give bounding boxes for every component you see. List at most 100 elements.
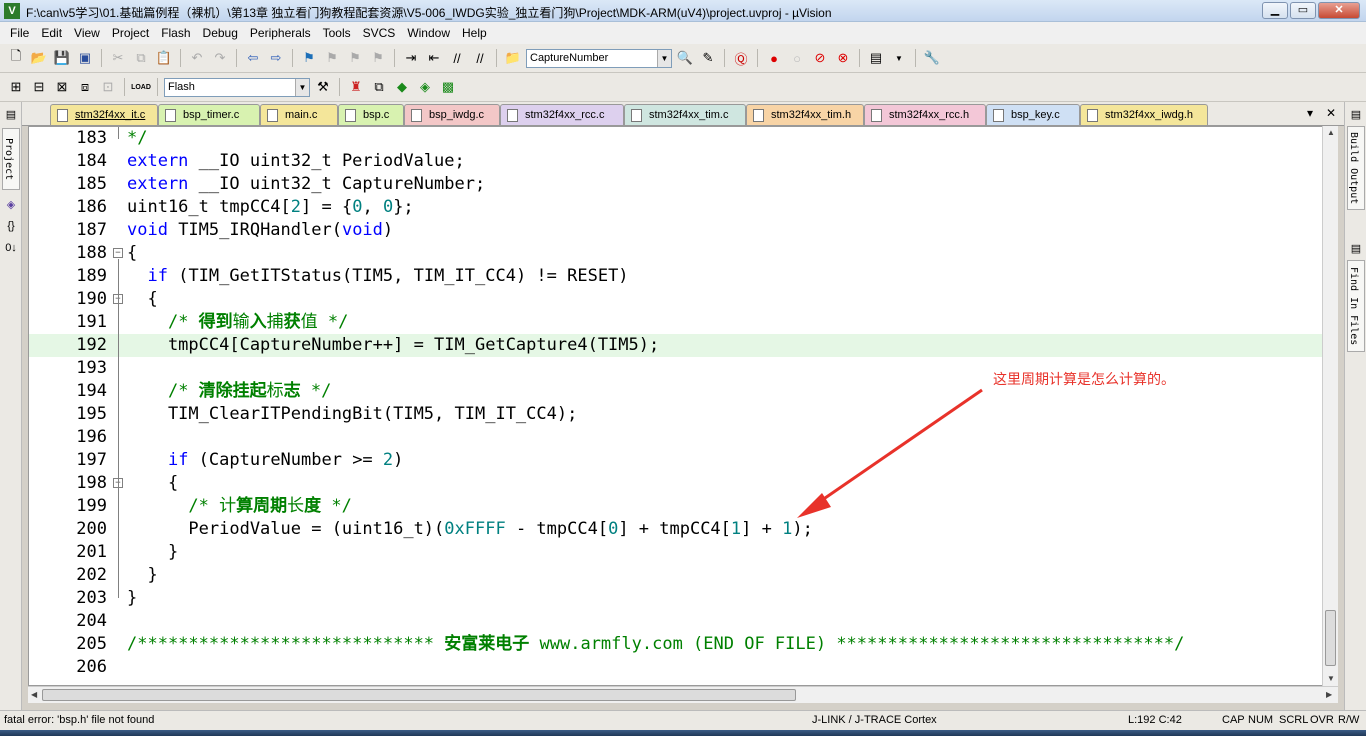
run-time-environment-icon[interactable]: ▩	[438, 77, 458, 97]
maximize-button[interactable]: ▭	[1290, 2, 1316, 19]
code-line[interactable]: 196	[29, 426, 1337, 449]
build-output-side-tab[interactable]: Build Output	[1347, 126, 1365, 210]
save-icon[interactable]: 💾	[52, 48, 72, 68]
code-line[interactable]: 183 */	[29, 127, 1337, 150]
menu-tools[interactable]: Tools	[317, 23, 357, 43]
close-button[interactable]: ✕	[1318, 2, 1360, 19]
target-options-icon[interactable]: ⚒	[313, 77, 333, 97]
code-line[interactable]: 204	[29, 610, 1337, 633]
cut-icon[interactable]: ✂	[108, 48, 128, 68]
stop-build-icon[interactable]: ⊡	[98, 77, 118, 97]
code-line[interactable]: 195 TIM_ClearITPendingBit(TIM5, TIM_IT_C…	[29, 403, 1337, 426]
uncomment-icon[interactable]: //	[470, 48, 490, 68]
save-all-icon[interactable]: ▣	[75, 48, 95, 68]
menu-flash[interactable]: Flash	[155, 23, 196, 43]
minimize-button[interactable]: ▁	[1262, 2, 1288, 19]
select-packs-icon[interactable]: ◈	[415, 77, 435, 97]
code-editor[interactable]: 183 */ 184 extern __IO uint32_t PeriodValue…	[28, 126, 1338, 686]
tab-stm32f4xx-rcc-h[interactable]: stm32f4xx_rcc.h	[864, 104, 986, 125]
kill-all-breakpoints-icon[interactable]: ⊗	[833, 48, 853, 68]
menu-help[interactable]: Help	[456, 23, 493, 43]
tab-bsp-timer-c[interactable]: bsp_timer.c	[158, 104, 260, 125]
menu-debug[interactable]: Debug	[197, 23, 244, 43]
tab-stm32f4xx-rcc-c[interactable]: stm32f4xx_rcc.c	[500, 104, 624, 125]
build-output-window-icon[interactable]: ▤	[1348, 108, 1364, 124]
download-icon[interactable]: LOAD	[131, 77, 151, 97]
navigate-back-icon[interactable]: ⇦	[243, 48, 263, 68]
find-icon[interactable]: 🔍	[675, 48, 695, 68]
insert-bookmark-icon[interactable]: ⚑	[299, 48, 319, 68]
paste-icon[interactable]: 📋	[154, 48, 174, 68]
tab-main-c[interactable]: main.c	[260, 104, 338, 125]
scroll-up-icon[interactable]: ▲	[1327, 128, 1335, 137]
code-line[interactable]: 201 }	[29, 541, 1337, 564]
menu-window[interactable]: Window	[401, 23, 456, 43]
books-icon[interactable]: ◈	[3, 198, 19, 214]
start-debug-icon[interactable]: Ⓠ	[731, 48, 751, 68]
previous-bookmark-icon[interactable]: ⚑	[322, 48, 342, 68]
vertical-scrollbar[interactable]: ▲ ▼	[1322, 126, 1338, 686]
redo-icon[interactable]: ↷	[210, 48, 230, 68]
menu-project[interactable]: Project	[106, 23, 155, 43]
next-bookmark-icon[interactable]: ⚑	[345, 48, 365, 68]
tab-stm32f4xx-it-c[interactable]: stm32f4xx_it.c	[50, 104, 158, 125]
horizontal-scroll-thumb[interactable]	[42, 689, 796, 701]
configure-icon[interactable]: 🔧	[922, 48, 942, 68]
scroll-down-icon[interactable]: ▼	[1327, 674, 1335, 683]
target-combo[interactable]: Flash ▼	[164, 77, 310, 97]
translate-icon[interactable]: ⊞	[6, 77, 26, 97]
disable-breakpoint-icon[interactable]: ○	[787, 48, 807, 68]
breakpoint-icon[interactable]: ●	[764, 48, 784, 68]
tab-bsp-c[interactable]: bsp.c	[338, 104, 404, 125]
chevron-down-icon[interactable]: ▼	[657, 49, 671, 67]
window-layout-icon[interactable]: ▤	[866, 48, 886, 68]
manage-components-icon[interactable]: ♜	[346, 77, 366, 97]
file-extensions-icon[interactable]: ⧉	[369, 77, 389, 97]
code-line[interactable]: 186 uint16_t tmpCC4[2] = {0, 0};	[29, 196, 1337, 219]
scroll-left-icon[interactable]: ◀	[31, 690, 37, 699]
new-file-icon[interactable]: 🗋	[6, 48, 26, 68]
chevron-down-icon[interactable]: ▼	[295, 78, 309, 96]
indent-icon[interactable]: ⇥	[401, 48, 421, 68]
clear-bookmarks-icon[interactable]: ⚑	[368, 48, 388, 68]
templates-icon[interactable]: 0↓	[3, 242, 19, 258]
code-line[interactable]: 192 tmpCC4[CaptureNumber++] = TIM_GetCap…	[29, 334, 1337, 357]
code-line[interactable]: 203}	[29, 587, 1337, 610]
code-line[interactable]: 184 extern __IO uint32_t PeriodValue;	[29, 150, 1337, 173]
find-in-files-icon[interactable]: 📁	[503, 48, 523, 68]
project-side-tab[interactable]: Project	[2, 128, 20, 190]
code-line[interactable]: 187 void TIM5_IRQHandler(void)	[29, 219, 1337, 242]
tab-stm32f4xx-tim-c[interactable]: stm32f4xx_tim.c	[624, 104, 746, 125]
manage-packs-icon[interactable]: ◆	[392, 77, 412, 97]
code-line[interactable]: 206	[29, 656, 1337, 679]
functions-icon[interactable]: {}	[3, 220, 19, 236]
tab-stm32f4xx-tim-h[interactable]: stm32f4xx_tim.h	[746, 104, 864, 125]
menu-svcs[interactable]: SVCS	[357, 23, 402, 43]
code-line[interactable]: 200 PeriodValue = (uint16_t)(0xFFFF - tm…	[29, 518, 1337, 541]
menu-view[interactable]: View	[68, 23, 106, 43]
rebuild-icon[interactable]: ⊠	[52, 77, 72, 97]
find-in-files-window-icon[interactable]: ▤	[1348, 242, 1364, 258]
uvision-app-icon[interactable]: V	[4, 3, 20, 19]
navigate-forward-icon[interactable]: ⇨	[266, 48, 286, 68]
unindent-icon[interactable]: ⇤	[424, 48, 444, 68]
horizontal-scrollbar[interactable]: ◀ ▶	[28, 686, 1338, 703]
incremental-find-icon[interactable]: ✎	[698, 48, 718, 68]
tab-bsp-key-c[interactable]: bsp_key.c	[986, 104, 1080, 125]
code-line[interactable]: 202 }	[29, 564, 1337, 587]
find-combo[interactable]: CaptureNumber ▼	[526, 48, 672, 68]
code-line[interactable]: 191 /* 得到输入捕获值 */	[29, 311, 1337, 334]
code-line[interactable]: 199 /* 计算周期长度 */	[29, 495, 1337, 518]
find-in-files-side-tab[interactable]: Find In Files	[1347, 260, 1365, 352]
tab-list-dropdown-icon[interactable]: ▾	[1307, 106, 1313, 120]
batch-build-icon[interactable]: ⧈	[75, 77, 95, 97]
code-line[interactable]: 188−{	[29, 242, 1337, 265]
fold-toggle-icon[interactable]: −	[113, 248, 123, 258]
menu-edit[interactable]: Edit	[35, 23, 68, 43]
menu-file[interactable]: File	[4, 23, 35, 43]
code-line[interactable]: 189 if (TIM_GetITStatus(TIM5, TIM_IT_CC4…	[29, 265, 1337, 288]
menu-peripherals[interactable]: Peripherals	[244, 23, 317, 43]
code-line[interactable]: 198− {	[29, 472, 1337, 495]
project-window-icon[interactable]: ▤	[3, 108, 19, 124]
open-file-icon[interactable]: 📂	[29, 48, 49, 68]
